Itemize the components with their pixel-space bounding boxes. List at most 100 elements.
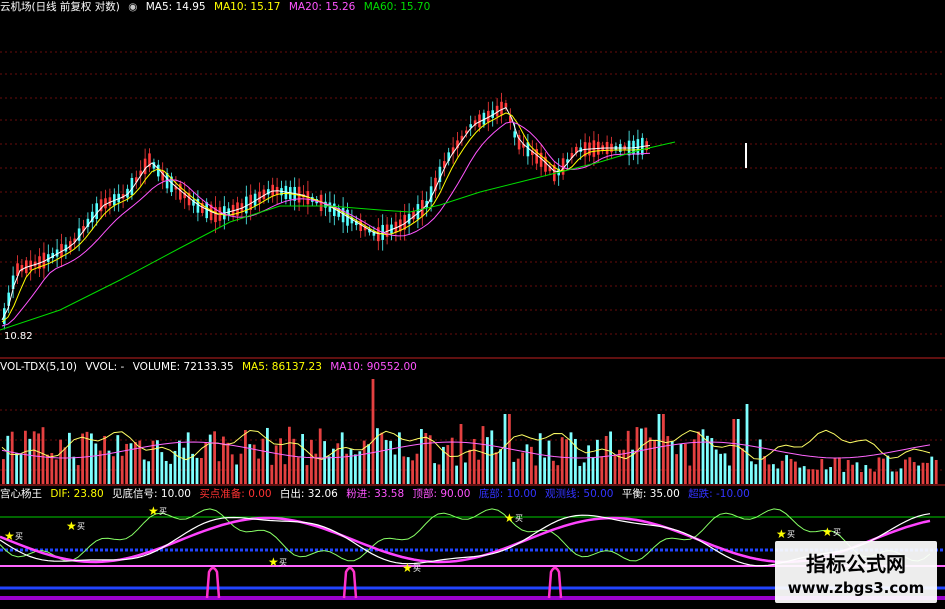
volume-bar — [354, 454, 357, 484]
volume-bar — [169, 463, 172, 484]
volume-bar — [684, 443, 687, 484]
volume-bar — [446, 445, 450, 484]
buy-star-icon: ★ — [4, 529, 15, 543]
volume-bar — [252, 444, 256, 484]
chart-canvas[interactable]: ★ 买★ 买★ 买★ 买 ★ 买★ 买★ 买 ★ 买 10.82 — [0, 0, 945, 609]
volume-bar — [494, 452, 498, 484]
volume-bar — [283, 464, 287, 484]
balance-label: 平衡: 35.00 — [621, 488, 680, 500]
indicator-header: 宫心杨王 DIF: 23.80 见底信号: 10.00 买点准备: 0.00 白… — [0, 487, 755, 502]
volume-bar — [380, 432, 384, 484]
volume-bar — [76, 465, 80, 484]
volume-bar — [195, 457, 199, 484]
volume-bar — [296, 457, 300, 484]
volume-bar — [864, 465, 868, 484]
volume-bar — [310, 439, 313, 484]
volume-bar — [156, 440, 159, 484]
indicator-signal-spike — [342, 566, 358, 599]
volume-bar — [697, 431, 700, 484]
volume-bar — [455, 465, 458, 484]
volume-bar — [860, 471, 863, 484]
volume-bar — [292, 438, 296, 484]
volume-bar — [486, 437, 489, 484]
volume-grid — [0, 409, 945, 471]
volume-bar — [28, 438, 32, 484]
indicator-name: 宫心杨王 — [0, 488, 42, 500]
buy-marker-label: 买 — [515, 514, 523, 523]
volume-bar — [640, 428, 643, 484]
volume-bar — [213, 431, 216, 484]
signal-label: 见底信号: 10.00 — [112, 488, 191, 500]
watermark-url: www.zbgs3.com — [787, 579, 925, 597]
price-candle-body — [513, 131, 516, 138]
volume-bar — [552, 460, 555, 484]
volume-bar — [503, 414, 507, 484]
volume-bar — [587, 445, 590, 484]
buy-marker-label: 买 — [787, 530, 795, 539]
volume-bar — [217, 461, 221, 484]
watch-label: 观测线: 50.00 — [545, 488, 614, 500]
volume-bar — [934, 459, 938, 484]
volume-bar — [226, 442, 230, 484]
volume-bar — [516, 458, 520, 484]
volume-bar — [235, 464, 238, 484]
volume-bar — [349, 449, 353, 484]
price-candle-body — [500, 101, 503, 115]
volume-bar — [81, 433, 84, 484]
volume-bar — [384, 440, 388, 484]
volume-bar — [164, 460, 168, 484]
volume-bar — [332, 448, 335, 484]
volume-bar — [728, 465, 731, 484]
volume-bar — [846, 460, 850, 484]
volume-bar — [816, 469, 819, 484]
volume-bar — [820, 458, 824, 484]
volume-bars[interactable] — [2, 379, 938, 484]
dif-label: DIF: 23.80 — [50, 488, 104, 500]
volume-bar — [868, 468, 872, 484]
volume-header: VOL-TDX(5,10) VVOL: - VOLUME: 72133.35 M… — [0, 360, 422, 375]
volume-bar — [178, 440, 181, 484]
volume-bar — [367, 444, 370, 484]
volume-bar — [305, 465, 309, 484]
volume-bar — [675, 454, 678, 484]
volume-bar — [741, 448, 744, 484]
volume-bar — [833, 457, 837, 484]
volume-bar — [794, 461, 797, 484]
volume-bar — [15, 453, 18, 484]
indicator-signal-spike — [547, 566, 563, 599]
volume-bar — [719, 453, 722, 484]
volume-bar — [147, 461, 150, 484]
volume-bar — [578, 465, 582, 484]
buy-marker-label: 买 — [279, 558, 287, 567]
volume-bar — [824, 469, 828, 484]
volume-bar — [472, 438, 476, 484]
volume-bar — [538, 433, 542, 484]
price-candle-body — [77, 228, 81, 241]
volume-bar — [230, 454, 234, 484]
volume-bar — [736, 419, 740, 484]
volume-bar — [200, 458, 203, 484]
buy-star-icon: ★ — [66, 519, 77, 533]
overbought-label: 超跌: -10.00 — [688, 488, 750, 500]
volume-bar — [90, 433, 93, 484]
price-candle-body — [95, 203, 98, 219]
volume-bar — [565, 439, 568, 484]
volume-bar — [41, 427, 45, 484]
ma60-label: MA60: 15.70 — [363, 1, 431, 13]
settings-icon[interactable]: ◉ — [128, 1, 137, 13]
volume-bar — [609, 431, 612, 484]
price-header: 云机场(日线 前复权 对数) ◉ MA5: 14.95 MA10: 15.17 … — [0, 0, 435, 15]
volume-bar — [32, 431, 36, 484]
price-candles[interactable] — [3, 92, 648, 330]
buy-ready-label: 买点准备: 0.00 — [199, 488, 272, 500]
volume-bar — [59, 439, 62, 484]
volume-bar — [745, 404, 749, 484]
volume-bar — [411, 460, 414, 484]
volume-bar — [855, 462, 859, 484]
volume-bar — [644, 427, 648, 484]
buy-star-icon: ★ — [268, 555, 279, 569]
volume-bar — [358, 451, 362, 484]
volume-bar — [327, 456, 331, 484]
ma5-line — [1, 107, 651, 321]
volume-bar — [323, 441, 326, 484]
